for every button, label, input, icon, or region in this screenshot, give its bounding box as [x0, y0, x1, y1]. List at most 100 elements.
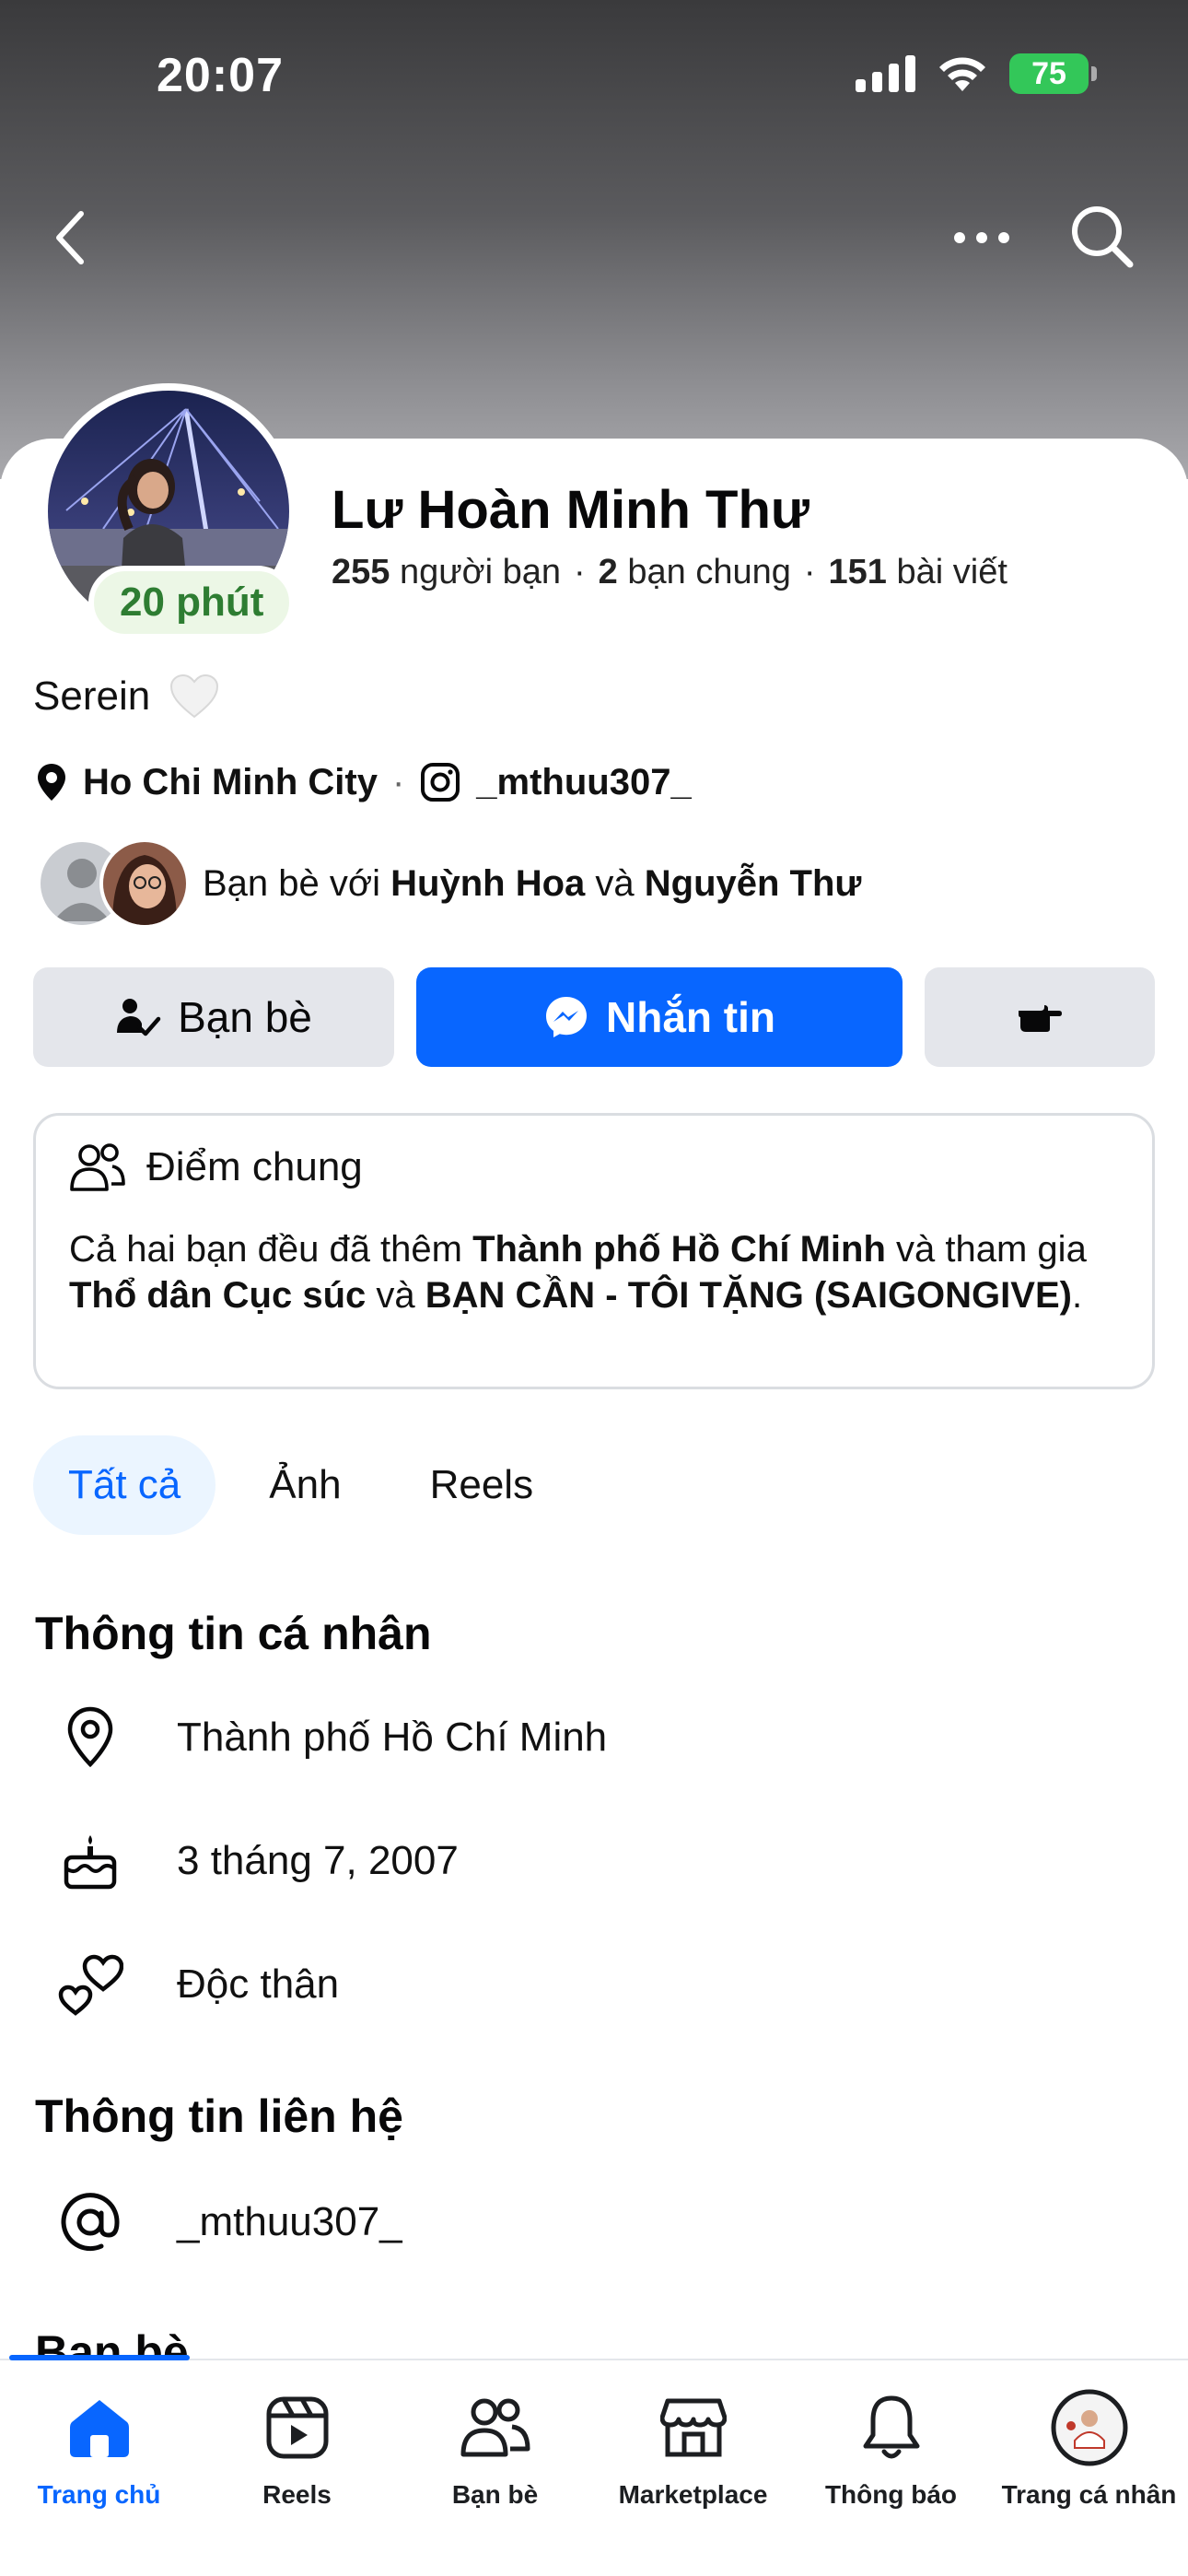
- nav-label: Trang chủ: [37, 2480, 161, 2509]
- mutual-friends-text: Bạn bè với Huỳnh Hoa và Nguyễn Thư: [203, 863, 861, 905]
- friends-section-title: Bạn bè: [35, 2326, 189, 2359]
- mutual-count-label: bạn chung: [627, 553, 791, 591]
- nav-home[interactable]: Trang chủ: [0, 2360, 198, 2576]
- profile-avatar-icon: [1048, 2386, 1131, 2469]
- profile-bio: Serein: [33, 673, 220, 720]
- bell-icon: [850, 2386, 933, 2469]
- common-group: Thổ dân Cục súc: [69, 1275, 367, 1316]
- tab-reels[interactable]: Reels: [395, 1435, 569, 1535]
- separator-dot: ·: [803, 553, 816, 591]
- common-text-part: Cả hai bạn đều đã thêm: [69, 1229, 462, 1270]
- tab-all[interactable]: Tất cả: [33, 1435, 216, 1535]
- mutual-count: 2: [598, 553, 618, 591]
- nav-label: Bạn bè: [451, 2480, 539, 2509]
- nav-label: Thông báo: [824, 2480, 958, 2509]
- signal-icon: [856, 55, 915, 92]
- nav-notifications[interactable]: Thông báo: [792, 2360, 990, 2576]
- search-icon: [1072, 206, 1134, 268]
- hearts-icon: [53, 1948, 127, 2021]
- personal-info-title: Thông tin cá nhân: [35, 1608, 432, 1659]
- birthday-cake-icon: [53, 1824, 127, 1898]
- profile-name: Lư Hoàn Minh Thư: [332, 480, 809, 540]
- wifi-icon: [939, 57, 985, 91]
- info-birthday: 3 tháng 7, 2007: [177, 1838, 459, 1883]
- nav-profile[interactable]: Trang cá nhân: [990, 2360, 1188, 2576]
- friends-button-label: Bạn bè: [178, 993, 312, 1041]
- info-relationship: Độc thân: [177, 1961, 340, 2007]
- separator-dot: ·: [391, 761, 405, 802]
- mutual-friends-row[interactable]: Bạn bè với Huỳnh Hoa và Nguyễn Thư: [37, 838, 861, 929]
- message-button[interactable]: Nhắn tin: [416, 967, 903, 1067]
- common-title-row: Điểm chung: [69, 1142, 1119, 1193]
- mutual-friend-avatar: [99, 838, 190, 929]
- instagram-icon: [421, 763, 460, 802]
- friends-count-link[interactable]: 255 người bạn: [332, 553, 561, 592]
- common-text-part: và: [376, 1275, 415, 1316]
- mutual-friends-and: và: [595, 862, 635, 904]
- common-text-part: và tham gia: [896, 1229, 1087, 1270]
- nav-friends[interactable]: Bạn bè: [396, 2360, 594, 2576]
- info-city: Thành phố Hồ Chí Minh: [177, 1715, 608, 1760]
- active-status-badge: 20 phút: [88, 566, 296, 639]
- status-time: 20:07: [157, 49, 284, 102]
- common-title: Điểm chung: [146, 1144, 363, 1189]
- location-pin-icon: [38, 764, 65, 801]
- posts-count-group: 151 bài viết: [829, 553, 1007, 592]
- info-row-relationship: Độc thân: [53, 1948, 339, 2021]
- bio-text: Serein: [33, 673, 151, 719]
- nav-marketplace[interactable]: Marketplace: [594, 2360, 792, 2576]
- common-interests-card: Điểm chung Cả hai bạn đều đã thêm Thành …: [33, 1113, 1155, 1389]
- location-text: Ho Chi Minh City: [83, 761, 378, 802]
- more-options-button[interactable]: [945, 210, 1019, 265]
- home-icon: [58, 2386, 141, 2469]
- mutual-friends-prefix: Bạn bè với: [203, 862, 381, 904]
- poke-button[interactable]: [925, 967, 1155, 1067]
- battery-level: 75: [1031, 55, 1066, 91]
- nav-label: Marketplace: [618, 2480, 768, 2509]
- friends-status-button[interactable]: Bạn bè: [33, 967, 394, 1067]
- mutual-friend-name: Nguyễn Thư: [644, 862, 862, 904]
- profile-meta: Ho Chi Minh City · _mthuu307_: [35, 761, 692, 803]
- battery-icon: 75: [1009, 53, 1097, 94]
- tab-photos[interactable]: Ảnh: [234, 1435, 376, 1535]
- contact-instagram: _mthuu307_: [177, 2199, 402, 2244]
- friend-check-icon: [117, 999, 161, 1036]
- search-button[interactable]: [1063, 197, 1142, 276]
- ellipsis-icon: [954, 232, 1009, 243]
- common-description: Cả hai bạn đều đã thêm Thành phố Hồ Chí …: [69, 1226, 1119, 1318]
- people-outline-icon: [70, 1143, 125, 1191]
- messenger-icon: [546, 997, 587, 1037]
- friends-count-label: người bạn: [399, 553, 561, 591]
- common-group: BẠN CẦN - TÔI TẶNG (SAIGONGIVE): [425, 1275, 1072, 1316]
- common-text-end: .: [1071, 1275, 1083, 1316]
- mutual-count-link[interactable]: 2 bạn chung: [599, 553, 791, 592]
- location-pin-outline-icon: [53, 1701, 127, 1774]
- posts-count: 151: [828, 553, 887, 591]
- profile-tabs: Tất cả Ảnh Reels: [33, 1435, 568, 1535]
- nav-label: Reels: [262, 2480, 332, 2509]
- bottom-navigation: Trang chủ Reels Bạn bè Marketplace Thông…: [0, 2355, 1188, 2576]
- friends-icon: [454, 2386, 537, 2469]
- info-row-city: Thành phố Hồ Chí Minh: [53, 1701, 607, 1774]
- marketplace-icon: [652, 2386, 735, 2469]
- instagram-handle-link[interactable]: _mthuu307_: [476, 762, 691, 803]
- pointing-hand-icon: [1019, 1005, 1062, 1032]
- active-tab-indicator: [9, 2355, 190, 2360]
- posts-count-label: bài viết: [896, 553, 1007, 591]
- separator-dot: ·: [574, 553, 586, 591]
- white-heart-icon: [170, 673, 219, 719]
- common-city: Thành phố Hồ Chí Minh: [472, 1229, 886, 1270]
- reels-icon: [256, 2386, 339, 2469]
- nav-reels[interactable]: Reels: [198, 2360, 396, 2576]
- friends-count: 255: [332, 553, 390, 591]
- nav-label: Trang cá nhân: [1001, 2480, 1177, 2509]
- back-button[interactable]: [42, 201, 98, 275]
- contact-info-title: Thông tin liên hệ: [35, 2090, 403, 2142]
- info-row-birthday: 3 tháng 7, 2007: [53, 1824, 459, 1898]
- chevron-left-icon: [56, 211, 84, 264]
- mutual-friend-name: Huỳnh Hoa: [390, 862, 586, 904]
- message-button-label: Nhắn tin: [606, 993, 775, 1041]
- at-sign-icon: [53, 2185, 127, 2259]
- info-row-instagram[interactable]: _mthuu307_: [53, 2185, 402, 2259]
- profile-stats: 255 người bạn · 2 bạn chung · 151 bài vi…: [332, 553, 1007, 592]
